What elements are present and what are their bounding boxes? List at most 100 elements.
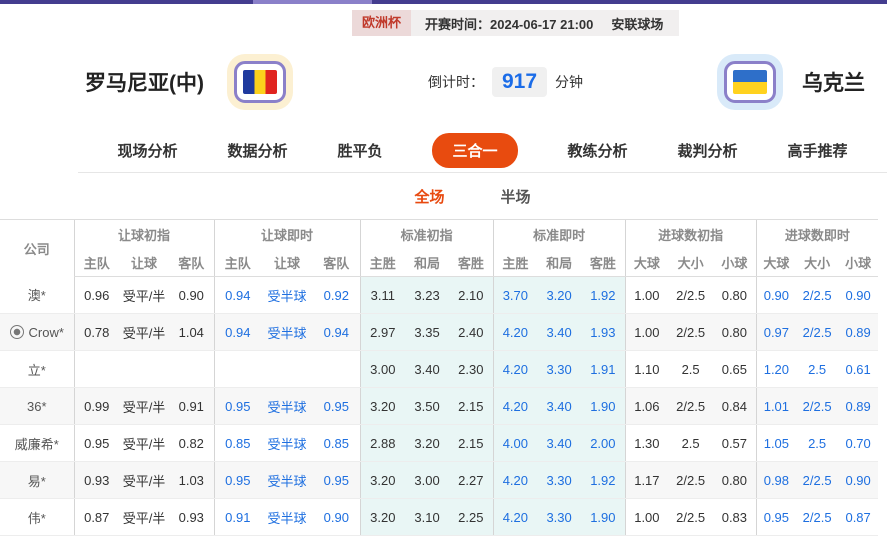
odds-cell: 3.50	[405, 387, 450, 425]
odds-cell: 2/2.5	[668, 387, 714, 425]
odds-cell: 2/2.5	[796, 498, 839, 536]
sub-header: 客胜	[449, 248, 494, 277]
odds-cell: 0.80	[713, 313, 757, 351]
odds-cell: 0.95	[73, 424, 119, 462]
table-row: 伟* 0.87 受平/半 0.93 0.91 受半球 0.90 3.20 3.10 2.25 4.2…	[0, 498, 879, 536]
odds-cell: 0.90	[838, 461, 879, 499]
odds-cell: 0.82	[169, 424, 215, 462]
odds-cell: 3.10	[405, 498, 450, 536]
odds-cell: 受半球	[261, 424, 314, 462]
odds-cell: 0.89	[838, 387, 879, 425]
odds-cell: 0.94	[213, 276, 262, 314]
match-info-strip: 欧洲杯 开赛时间：2024-06-17 21:00 安联球场	[352, 10, 680, 36]
countdown: 倒计时： 917 分钟	[428, 67, 583, 97]
odds-cell: 0.80	[713, 461, 757, 499]
sub-header: 客队	[313, 248, 361, 277]
odds-cell: 1.04	[169, 313, 215, 351]
odds-cell: 2.00	[581, 424, 626, 462]
odds-cell	[169, 350, 215, 388]
odds-cell: 2/2.5	[796, 461, 839, 499]
nav-tab-3[interactable]: 胜平负	[337, 140, 382, 161]
nav-tab-7[interactable]: 高手推荐	[788, 140, 848, 161]
group-header-2: 让球即时	[213, 219, 361, 248]
table-row: 澳* 0.96 受平/半 0.90 0.94 受半球 0.92 3.11 3.23 2.10 3.7…	[0, 276, 879, 314]
company-name: 伟*	[27, 510, 46, 526]
odds-cell: 0.93	[169, 498, 215, 536]
odds-cell: 3.35	[405, 313, 450, 351]
odds-cell: 2.40	[449, 313, 494, 351]
sub-header: 让球	[261, 248, 314, 277]
odds-cell: 0.95	[755, 498, 797, 536]
sub-header: 大小	[796, 248, 839, 277]
odds-cell: 4.20	[492, 387, 538, 425]
nav-tab-6[interactable]: 裁判分析	[678, 140, 738, 161]
odds-cell: 2.88	[359, 424, 406, 462]
odds-cell: 1.05	[755, 424, 797, 462]
company-column-header: 公司	[0, 219, 74, 277]
odds-cell	[261, 350, 314, 388]
odds-cell: 2.5	[668, 350, 714, 388]
sub-header: 让球	[119, 248, 169, 277]
sub-tab-1[interactable]: 全场	[414, 186, 444, 207]
odds-cell: 0.57	[713, 424, 757, 462]
nav-tab-2[interactable]: 数据分析	[227, 140, 287, 161]
odds-cell: 0.85	[213, 424, 262, 462]
odds-cell: 1.91	[581, 350, 626, 388]
odds-cell: 4.20	[492, 461, 538, 499]
odds-cell: 3.11	[359, 276, 406, 314]
countdown-label: 倒计时：	[428, 74, 484, 90]
company-name: 36*	[26, 398, 47, 414]
countdown-unit: 分钟	[555, 74, 584, 90]
odds-cell: 2.10	[449, 276, 494, 314]
kickoff-time: 开赛时间：2024-06-17 21:00	[425, 16, 594, 32]
odds-cell: 3.00	[405, 461, 450, 499]
odds-cell: 受半球	[261, 276, 314, 314]
odds-cell: 2.5	[796, 424, 839, 462]
odds-cell: 3.20	[359, 387, 406, 425]
company-cell: 36*	[0, 387, 74, 425]
teams-row: 罗马尼亚(中) 倒计时： 917 分钟 乌克兰	[0, 36, 887, 128]
odds-cell: 1.10	[624, 350, 669, 388]
odds-table: 公司 让球初指 让球即时 标准初指 标准即时 进球数初指 进球数即时 主队 让球 客队 主队 让球 客队…	[0, 219, 879, 536]
sub-tabs: 全场 半场	[58, 173, 887, 219]
sub-tab-2[interactable]: 半场	[501, 186, 531, 207]
venue-name: 安联球场	[611, 16, 664, 32]
odds-cell: 0.78	[73, 313, 119, 351]
nav-tab-1[interactable]: 现场分析	[117, 140, 177, 161]
nav-tab-4[interactable]: 三合一	[432, 132, 518, 168]
odds-cell: 0.91	[169, 387, 215, 425]
odds-cell: 3.23	[405, 276, 450, 314]
away-team: 乌克兰	[724, 61, 865, 103]
odds-cell: 1.06	[624, 387, 669, 425]
odds-cell: 2/2.5	[668, 498, 714, 536]
league-badge: 欧洲杯	[352, 10, 412, 36]
sub-header: 主队	[213, 248, 262, 277]
odds-cell: 3.20	[537, 276, 582, 314]
odds-cell: 受半球	[261, 313, 314, 351]
odds-cell: 1.90	[581, 498, 626, 536]
odds-cell: 0.93	[73, 461, 119, 499]
odds-cell: 0.80	[713, 276, 757, 314]
company-name: Crow*	[28, 324, 64, 340]
odds-cell: 受半球	[261, 498, 314, 536]
odds-cell: 0.84	[713, 387, 757, 425]
odds-cell: 2.5	[668, 424, 714, 462]
odds-cell: 2/2.5	[668, 461, 714, 499]
sub-header: 客胜	[581, 248, 626, 277]
odds-cell: 4.20	[492, 313, 538, 351]
home-team-name: 罗马尼亚(中)	[85, 72, 204, 95]
table-row: 威廉希* 0.95 受平/半 0.82 0.85 受半球 0.85 2.88 3.20 2.15 4…	[0, 424, 879, 462]
top-accent-bar	[0, 0, 887, 4]
sub-header: 和局	[537, 248, 582, 277]
ukraine-flag-icon	[733, 70, 767, 94]
odds-cell: 0.99	[73, 387, 119, 425]
home-team-flag-icon	[234, 61, 286, 103]
odds-cell: 3.70	[492, 276, 538, 314]
odds-cell: 受平/半	[119, 461, 169, 499]
odds-cell: 3.20	[359, 498, 406, 536]
sub-header: 大小	[668, 248, 714, 277]
odds-cell: 0.85	[313, 424, 361, 462]
odds-cell: 0.87	[73, 498, 119, 536]
nav-tab-5[interactable]: 教练分析	[568, 140, 628, 161]
group-header-4: 标准即时	[492, 219, 626, 248]
